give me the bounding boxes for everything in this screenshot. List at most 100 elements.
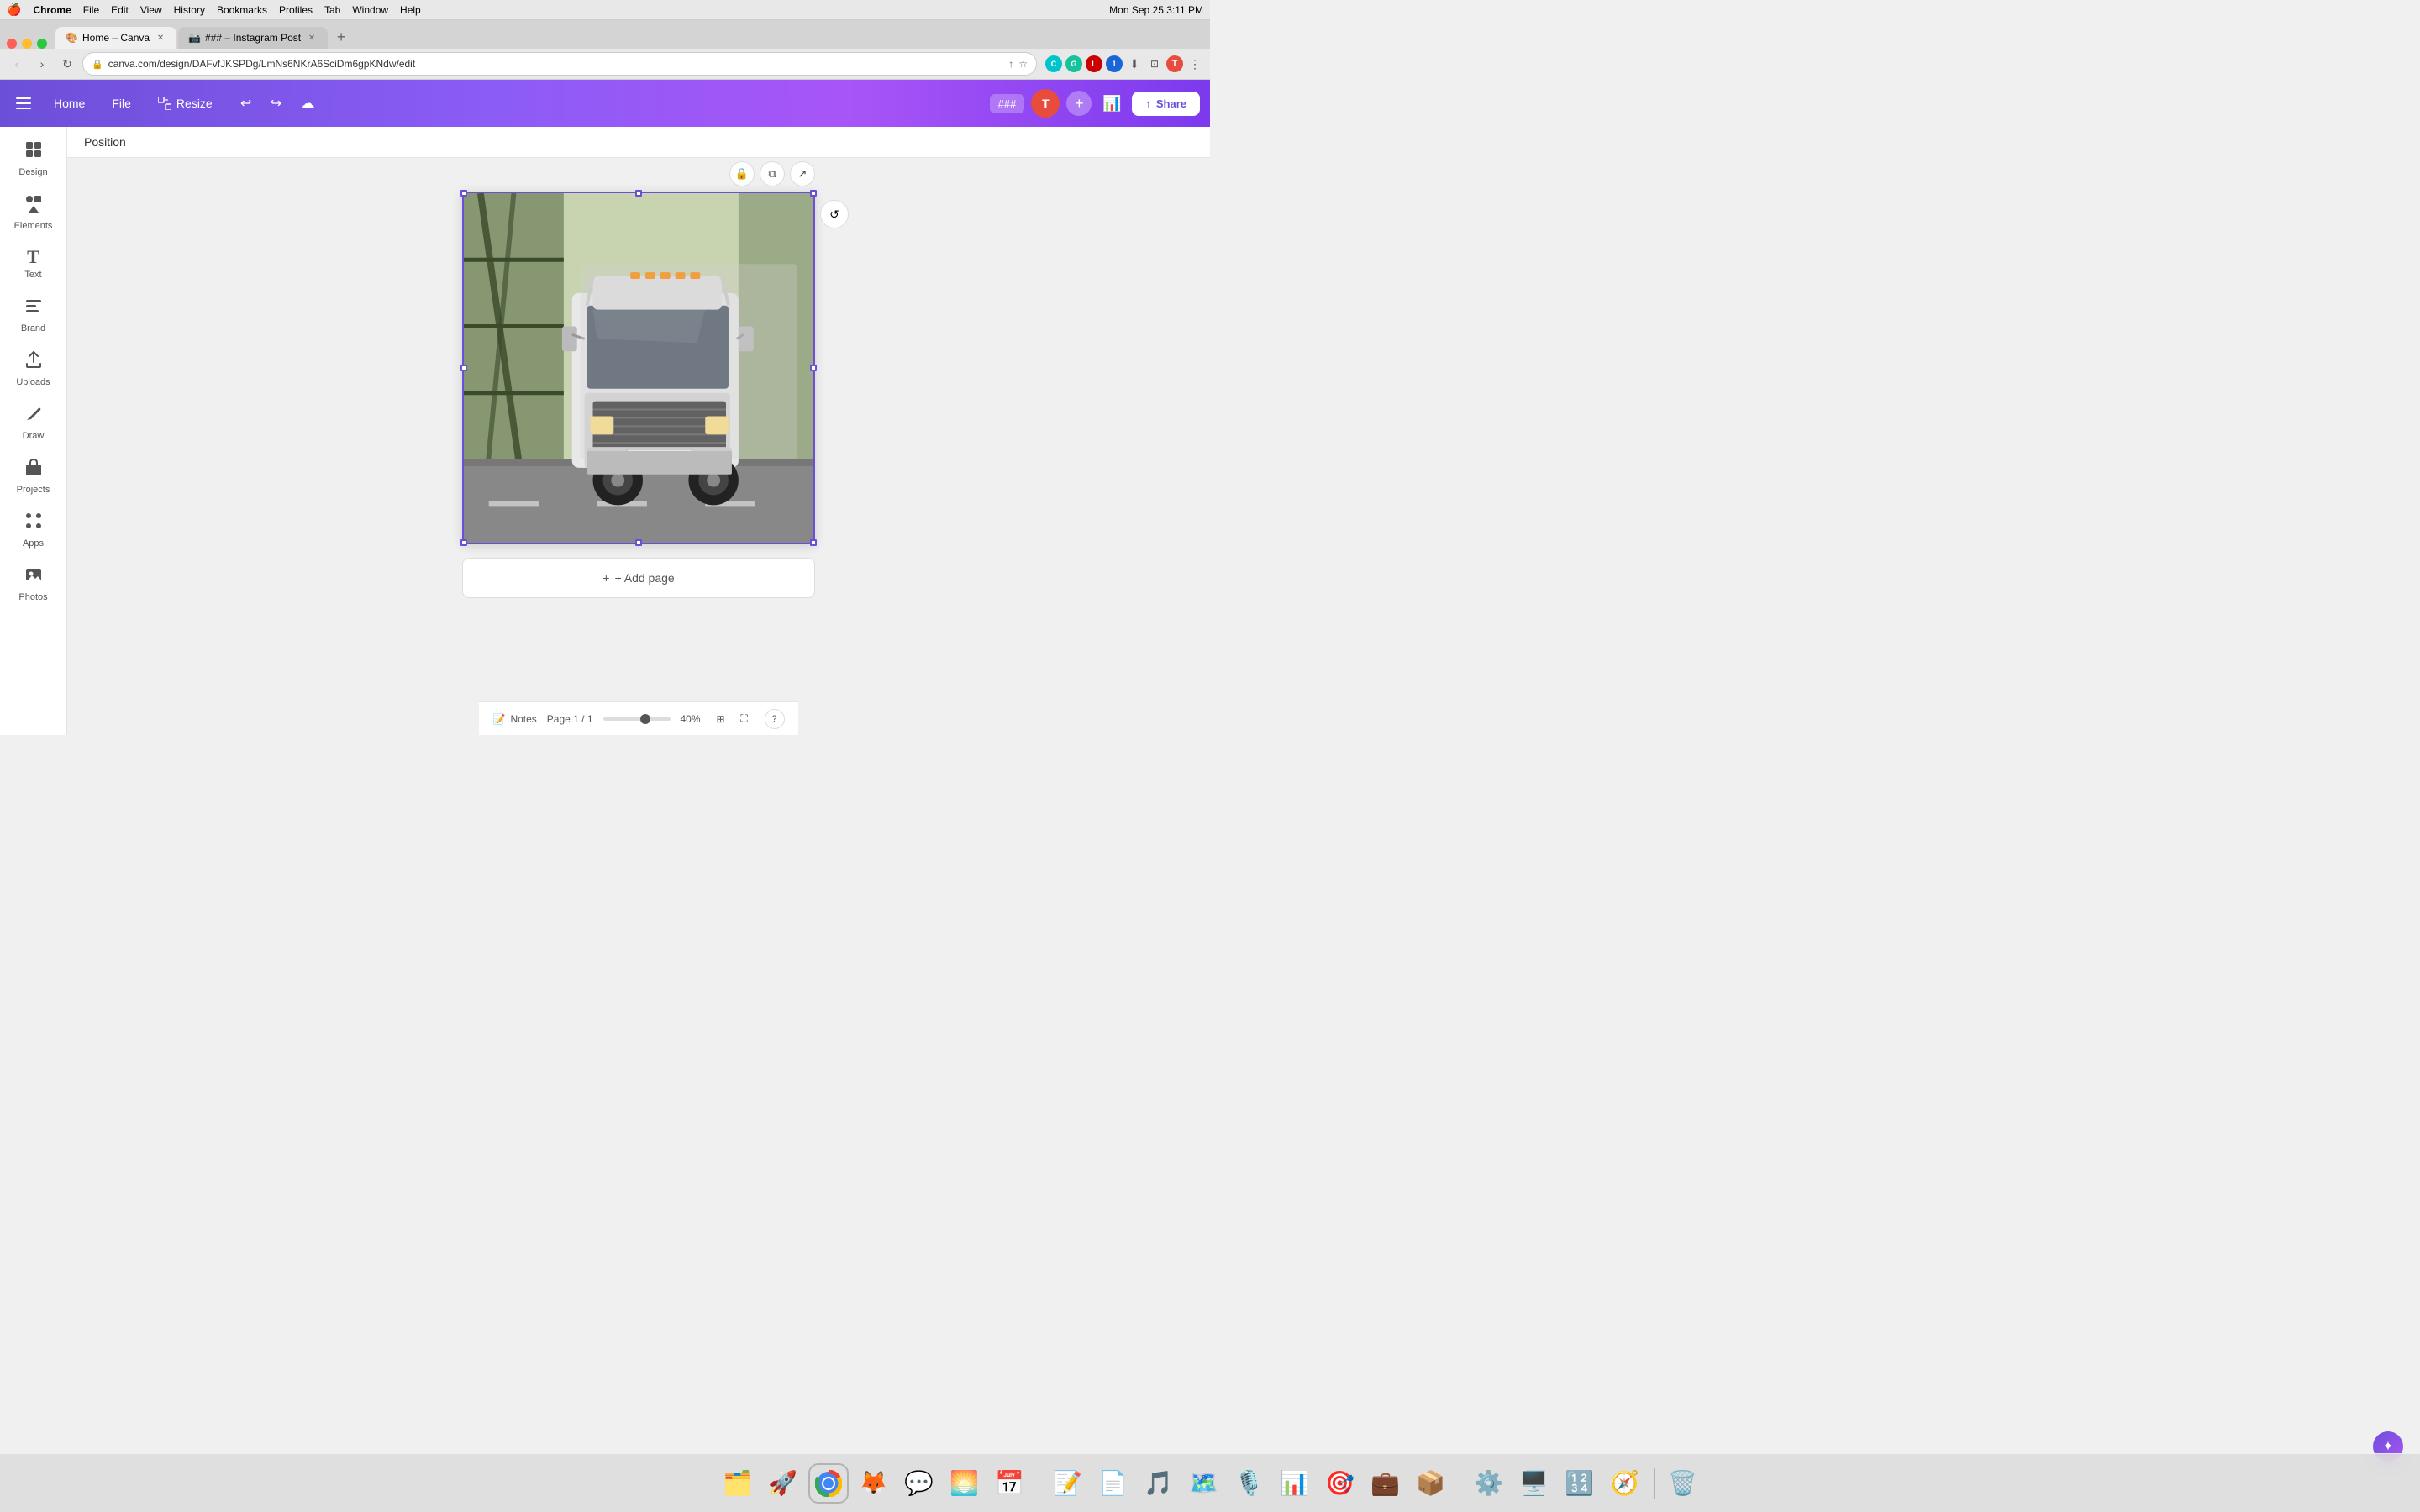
- menubar-tab[interactable]: Tab: [324, 4, 340, 16]
- dock-slack[interactable]: 💼: [1365, 1463, 1406, 1504]
- window-minimize[interactable]: [22, 39, 32, 49]
- dock-settings[interactable]: ⚙️: [1469, 1463, 1509, 1504]
- handle-mid-left[interactable]: [460, 365, 467, 371]
- dock-calculator[interactable]: 🔢: [1560, 1463, 1600, 1504]
- grid-view-button[interactable]: ⊞: [711, 709, 731, 729]
- menubar-window[interactable]: Window: [352, 4, 388, 16]
- dock-acrobat[interactable]: 📄: [1093, 1463, 1134, 1504]
- help-button[interactable]: ?: [765, 709, 785, 729]
- sidebar-item-brand[interactable]: Brand: [5, 290, 62, 340]
- browser-tab-2[interactable]: 📷 ### – Instagram Post ✕: [178, 27, 328, 49]
- handle-top-right[interactable]: [810, 190, 817, 197]
- handle-mid-right[interactable]: [810, 365, 817, 371]
- sidebar-item-design[interactable]: Design: [5, 134, 62, 184]
- dock-photos[interactable]: 🌅: [944, 1463, 985, 1504]
- sidebar-item-photos[interactable]: Photos: [5, 559, 62, 609]
- canva-main: Design Elements T Text: [0, 127, 1210, 735]
- dock-launchpad[interactable]: 🚀: [763, 1463, 803, 1504]
- address-actions: ↑ ☆: [1008, 58, 1028, 70]
- canvas-scroll-area[interactable]: 🔒 ⧉ ↗: [67, 158, 1210, 701]
- dock-chrome[interactable]: [808, 1463, 849, 1504]
- sidebar-item-text[interactable]: T Text: [5, 241, 62, 286]
- ext-window[interactable]: ⊡: [1146, 55, 1163, 72]
- refresh-button[interactable]: ↻: [57, 54, 77, 74]
- menubar-bookmarks[interactable]: Bookmarks: [217, 4, 267, 16]
- ext-1password[interactable]: 1: [1106, 55, 1123, 72]
- sidebar-item-uploads[interactable]: Uploads: [5, 344, 62, 394]
- menubar-view[interactable]: View: [140, 4, 162, 16]
- apple-menu[interactable]: 🍎: [7, 3, 21, 17]
- fullscreen-button[interactable]: ⛶: [734, 709, 755, 729]
- window-maximize[interactable]: [37, 39, 47, 49]
- redo-button[interactable]: ↪: [263, 90, 290, 117]
- dock-podcasts[interactable]: 🎙️: [1229, 1463, 1270, 1504]
- sidebar-item-projects[interactable]: Projects: [5, 451, 62, 501]
- design-title-badge[interactable]: ###: [990, 94, 1025, 113]
- menubar-edit[interactable]: Edit: [111, 4, 129, 16]
- zoom-thumb[interactable]: [640, 714, 650, 724]
- menubar-app[interactable]: Chrome: [33, 4, 71, 16]
- ext-more[interactable]: ⋮: [1186, 55, 1203, 72]
- ext-profile[interactable]: T: [1166, 55, 1183, 72]
- undo-button[interactable]: ↩: [233, 90, 260, 117]
- analytics-button[interactable]: 📊: [1098, 90, 1125, 117]
- canva-file-button[interactable]: File: [102, 92, 141, 115]
- dock-finder2[interactable]: 🧭: [1605, 1463, 1645, 1504]
- ext-canva[interactable]: C: [1045, 55, 1062, 72]
- sidebar-item-elements[interactable]: Elements: [5, 187, 62, 238]
- share-button[interactable]: ↑ Share: [1132, 92, 1200, 116]
- dock-maps[interactable]: 🗺️: [1184, 1463, 1224, 1504]
- handle-bottom-mid[interactable]: [635, 539, 642, 546]
- ext-download[interactable]: ⬇: [1126, 55, 1143, 72]
- window-close[interactable]: [7, 39, 17, 49]
- menubar-file[interactable]: File: [83, 4, 99, 16]
- dock-separator-3: [1654, 1468, 1655, 1499]
- new-tab-button[interactable]: +: [329, 25, 353, 49]
- zoom-slider[interactable]: [603, 717, 671, 721]
- canva-home-button[interactable]: Home: [44, 92, 95, 115]
- add-collaborator-button[interactable]: +: [1066, 91, 1092, 116]
- ext-lastpass[interactable]: L: [1086, 55, 1102, 72]
- dock-trash[interactable]: 🗑️: [1663, 1463, 1703, 1504]
- handle-top-mid[interactable]: [635, 190, 642, 197]
- menubar-help[interactable]: Help: [400, 4, 421, 16]
- dock-calendar[interactable]: 📅: [990, 1463, 1030, 1504]
- sidebar-item-draw[interactable]: Draw: [5, 397, 62, 448]
- bookmark-icon[interactable]: ☆: [1018, 58, 1028, 70]
- resize-label: Resize: [176, 97, 213, 110]
- address-bar[interactable]: 🔒 canva.com/design/DAFvfJKSPDg/LmNs6NKrA…: [82, 52, 1037, 76]
- dock-iterm[interactable]: 🖥️: [1514, 1463, 1555, 1504]
- canvas-page[interactable]: ### + ###: [462, 192, 815, 544]
- notes-button[interactable]: 📝 Notes: [492, 713, 536, 725]
- dock-firefox[interactable]: 🦊: [854, 1463, 894, 1504]
- tab-close-2[interactable]: ✕: [306, 32, 318, 44]
- dock-appstore[interactable]: 📦: [1411, 1463, 1451, 1504]
- handle-top-left[interactable]: [460, 190, 467, 197]
- sidebar-item-apps[interactable]: Apps: [5, 505, 62, 555]
- ext-grammarly[interactable]: G: [1065, 55, 1082, 72]
- dock-keynote[interactable]: 🎯: [1320, 1463, 1360, 1504]
- add-page-button[interactable]: + + Add page: [462, 558, 815, 598]
- menubar-history[interactable]: History: [174, 4, 205, 16]
- share-page-icon[interactable]: ↑: [1008, 58, 1013, 70]
- tab-close-1[interactable]: ✕: [155, 32, 166, 44]
- copy-design-button[interactable]: ⧉: [760, 161, 785, 186]
- handle-bottom-right[interactable]: [810, 539, 817, 546]
- handle-bottom-left[interactable]: [460, 539, 467, 546]
- back-button[interactable]: ‹: [7, 54, 27, 74]
- menubar-profiles[interactable]: Profiles: [279, 4, 313, 16]
- dock-numbers[interactable]: 📊: [1275, 1463, 1315, 1504]
- browser-tab-1[interactable]: 🎨 Home – Canva ✕: [55, 27, 176, 49]
- lock-image-button[interactable]: 🔒: [729, 161, 755, 186]
- user-avatar[interactable]: T: [1031, 89, 1060, 118]
- canva-resize-button[interactable]: Resize: [148, 92, 223, 115]
- canva-menu-button[interactable]: [10, 90, 37, 117]
- dock-music[interactable]: 🎵: [1139, 1463, 1179, 1504]
- share-design-button[interactable]: ↗: [790, 161, 815, 186]
- save-cloud-icon[interactable]: ☁: [300, 95, 315, 113]
- dock-word[interactable]: 📝: [1048, 1463, 1088, 1504]
- dock-messages[interactable]: 💬: [899, 1463, 939, 1504]
- refresh-image-button[interactable]: ↺: [820, 200, 849, 228]
- forward-button[interactable]: ›: [32, 54, 52, 74]
- dock-finder[interactable]: 🗂️: [718, 1463, 758, 1504]
